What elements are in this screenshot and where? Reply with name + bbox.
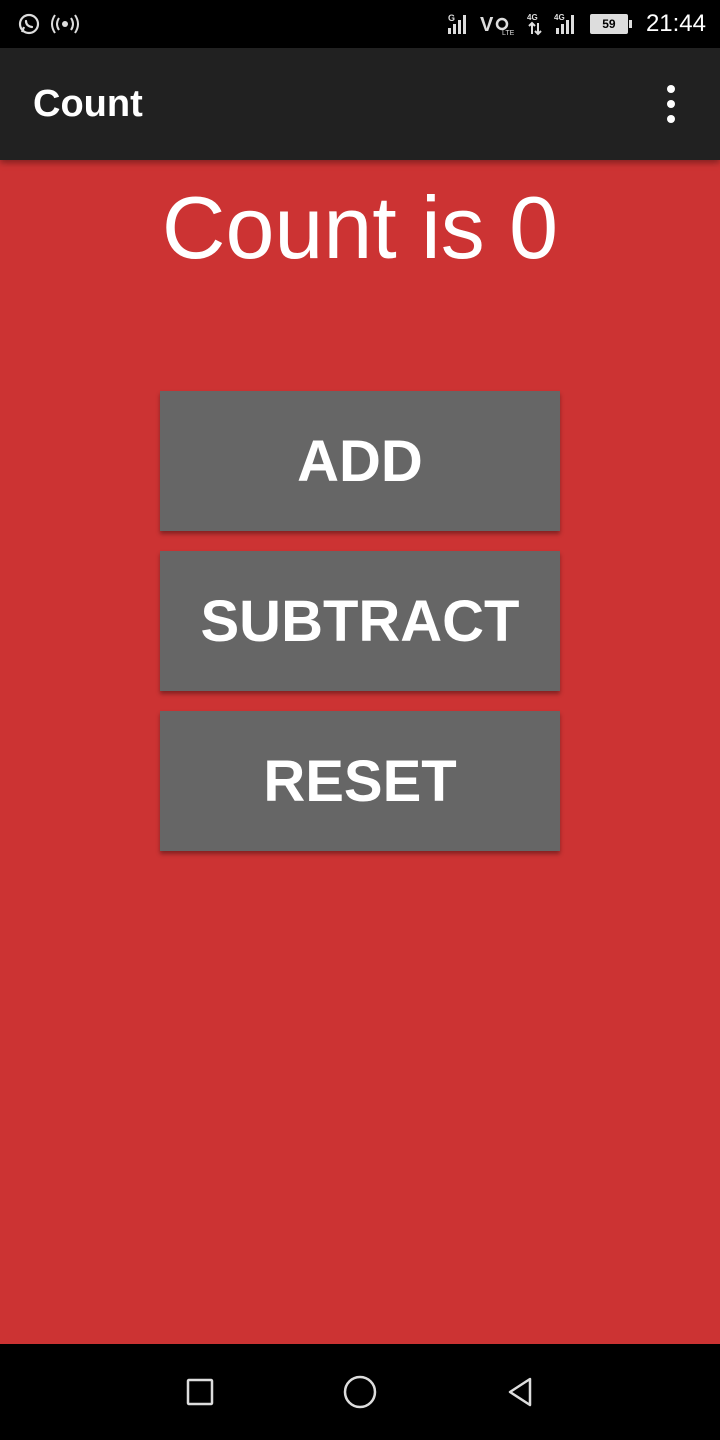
- count-label: Count is 0: [161, 178, 559, 277]
- signal-4g-icon: 4G: [526, 12, 544, 36]
- battery-icon: 59: [589, 14, 632, 34]
- menu-dot: [667, 100, 675, 108]
- svg-text:G: G: [448, 13, 455, 23]
- status-right: G V LTE 4G 4G 59 21:44: [446, 10, 706, 38]
- app-title: Count: [33, 82, 143, 125]
- hotspot-icon: [50, 13, 80, 35]
- menu-dot: [667, 115, 675, 123]
- svg-text:4G: 4G: [554, 13, 565, 22]
- svg-text:LTE: LTE: [502, 30, 515, 36]
- add-button[interactable]: ADD: [160, 391, 560, 531]
- back-icon[interactable]: [490, 1362, 550, 1422]
- battery-level: 59: [589, 14, 628, 34]
- battery-tip: [628, 20, 632, 28]
- app-bar: Count: [0, 48, 720, 160]
- home-icon[interactable]: [330, 1362, 390, 1422]
- volte-icon: V LTE: [480, 12, 516, 36]
- reset-button[interactable]: RESET: [160, 711, 560, 851]
- svg-text:4G: 4G: [527, 13, 538, 22]
- overflow-menu-icon[interactable]: [656, 74, 686, 134]
- navigation-bar: [0, 1344, 720, 1440]
- status-left: [18, 13, 80, 35]
- subtract-button[interactable]: SUBTRACT: [160, 551, 560, 691]
- recents-icon[interactable]: [170, 1362, 230, 1422]
- battery-level-text: 59: [602, 17, 616, 31]
- whatsapp-icon: [18, 13, 40, 35]
- signal-4g-2-icon: 4G: [554, 12, 580, 36]
- menu-dot: [667, 85, 675, 93]
- status-clock: 21:44: [645, 10, 706, 37]
- status-bar: G V LTE 4G 4G 59 21:44: [0, 0, 720, 48]
- main-content: Count is 0 ADD SUBTRACT RESET: [0, 160, 720, 1344]
- signal-g-icon: G: [446, 12, 470, 36]
- svg-text:V: V: [480, 14, 494, 36]
